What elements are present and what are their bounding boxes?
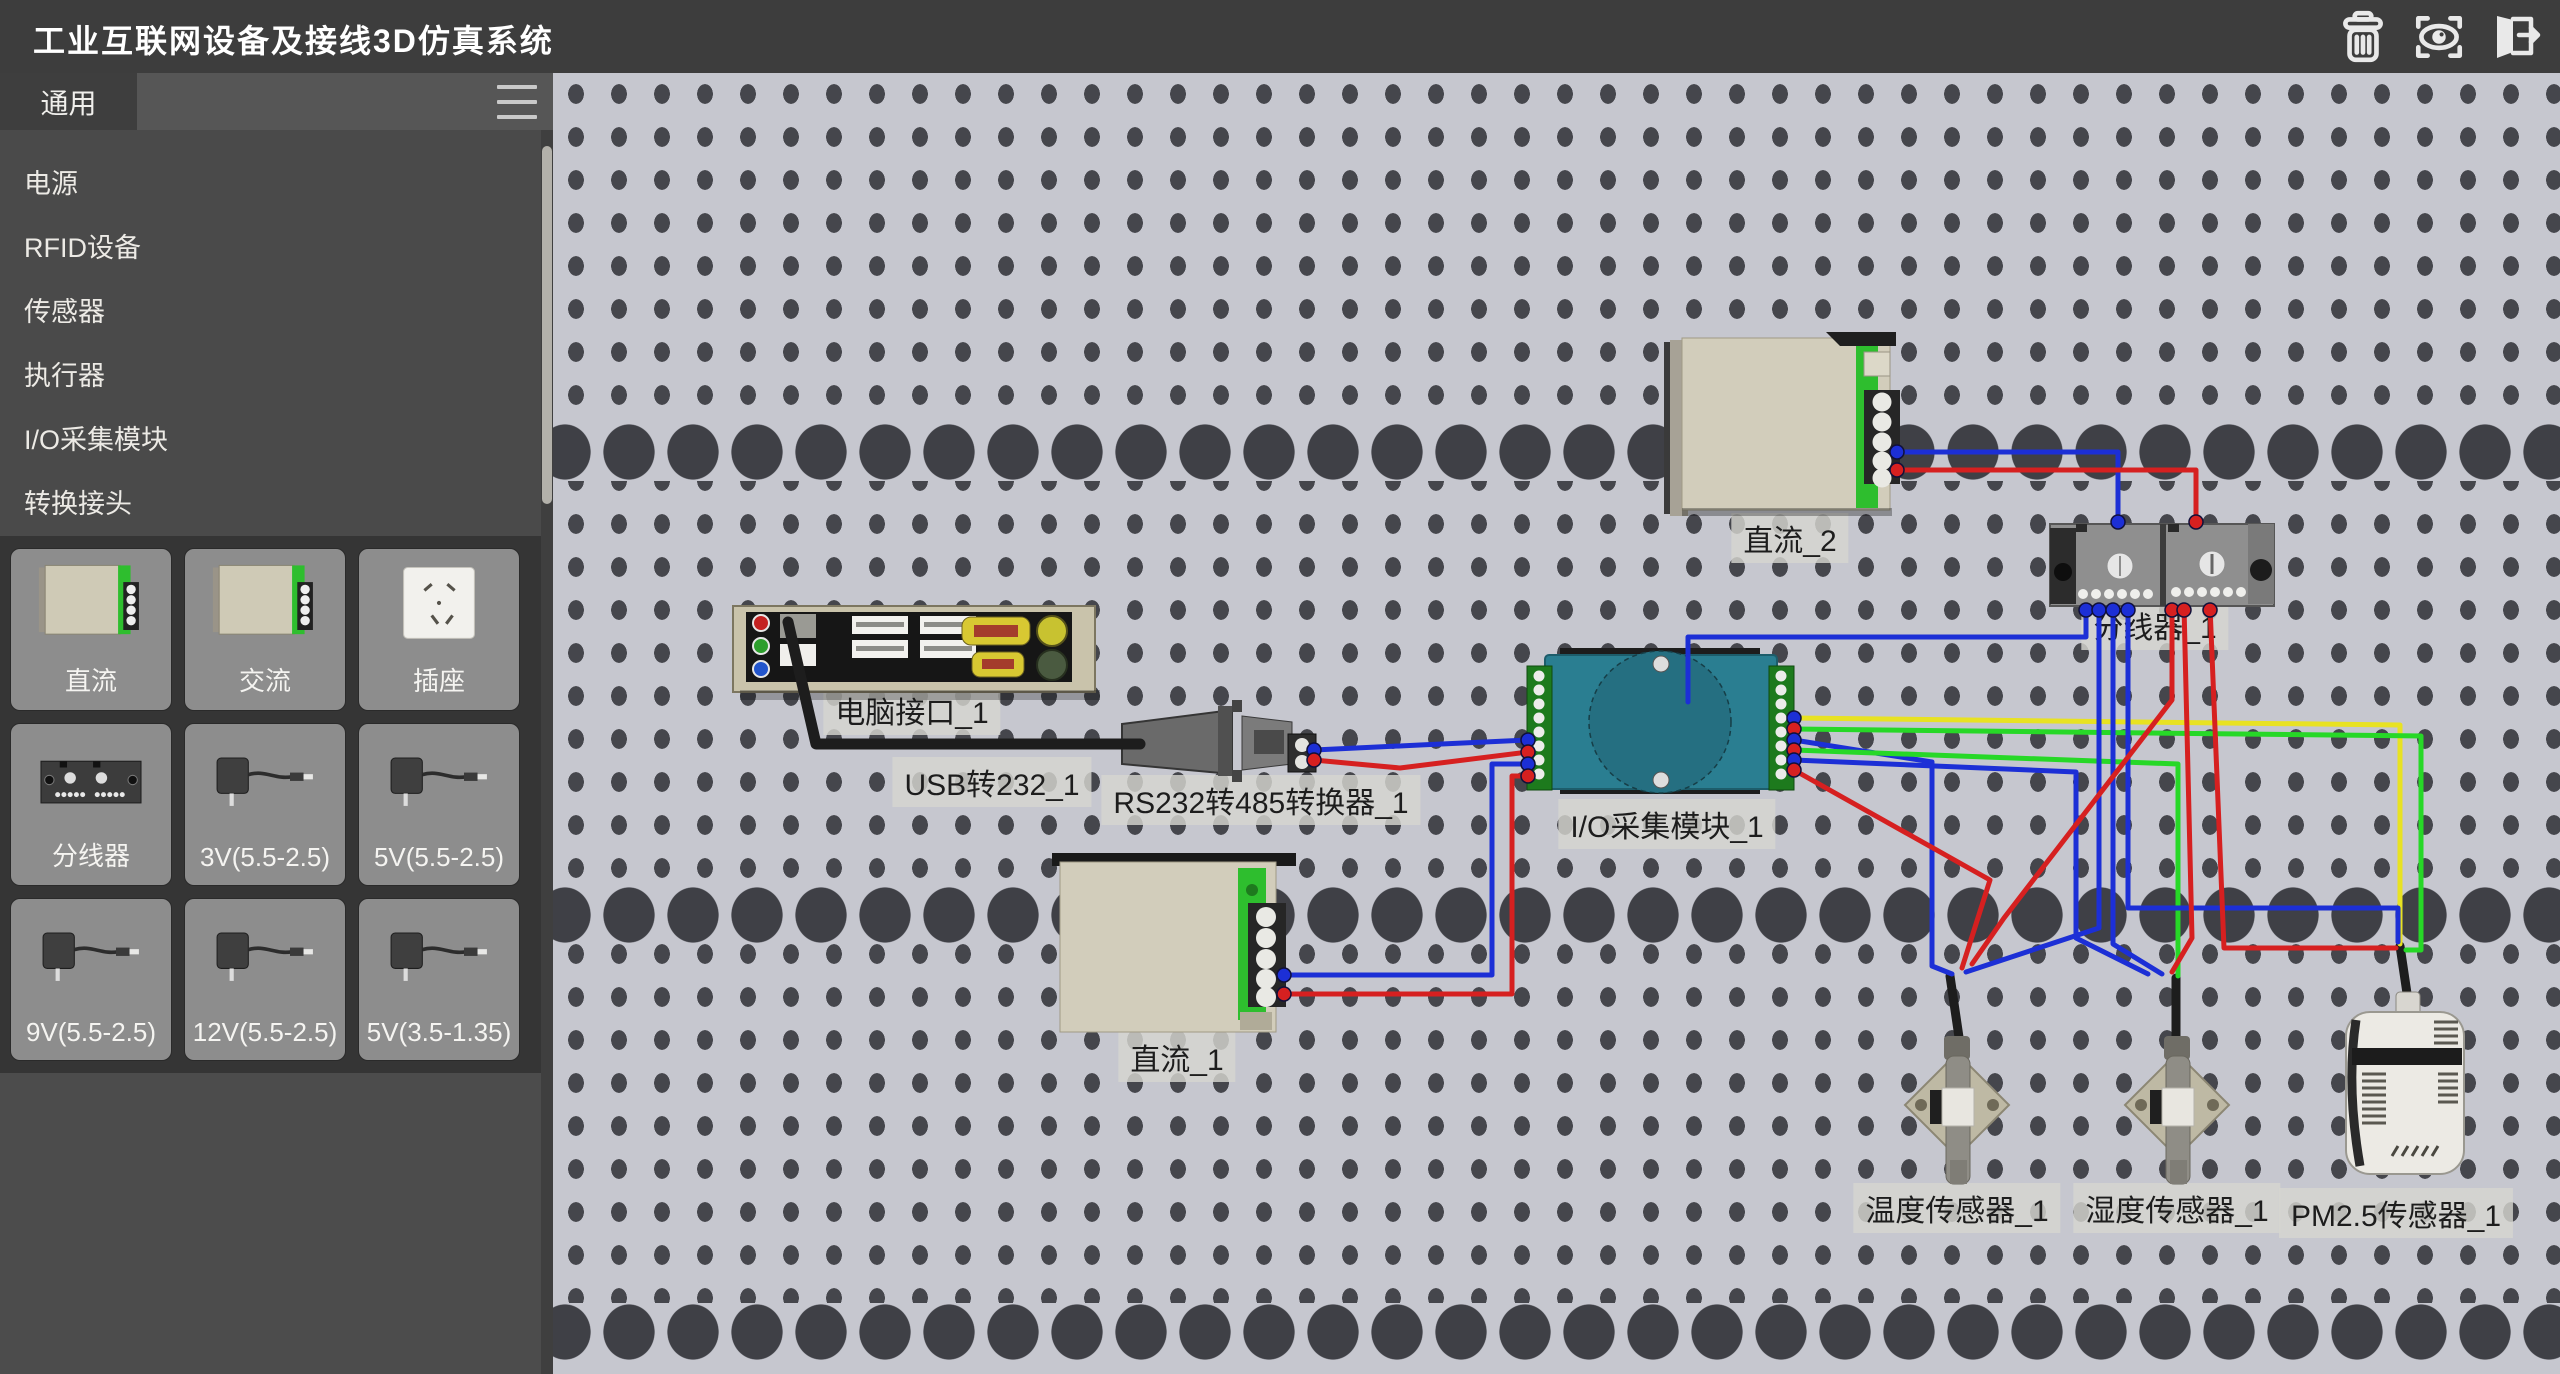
wire-blue [2128,606,2398,942]
palette-card-label: 插座 [413,661,465,698]
palette-card-label: 直流 [65,661,117,698]
wire-blue [1314,740,1528,750]
dc-thumbnail-icon [11,549,171,661]
wire-blue [1966,606,2099,972]
palette-card-4[interactable]: 3V(5.5-2.5) [184,723,346,886]
wire-terminal-node [2111,515,2125,529]
palette-card-3[interactable]: 分线器 [10,723,172,886]
sidebar-scrollbar-thumb[interactable] [542,146,552,504]
wire-blue [2113,606,2162,974]
palette-card-1[interactable]: 交流 [184,548,346,711]
wire-red [2210,606,2396,948]
pegboard-canvas[interactable]: 电脑接口_1USB转232_1RS232转485转换器_1I/O采集模块_1直流… [553,73,2560,1374]
palette-card-0[interactable]: 直流 [10,548,172,711]
wire-black [1950,976,1960,1044]
palette-card-label: 5V(3.5-1.35) [367,1017,512,1048]
tab-general[interactable]: 通用 [0,73,137,130]
wire-terminal-node [1307,753,1321,767]
wire-terminal-node [2079,603,2093,617]
trash-icon[interactable] [2332,6,2394,68]
device-dc-supply-2[interactable] [1664,332,1900,516]
adapter-thumbnail-icon [359,899,519,1017]
device-palette: 直流 交流 插座分线器 3V(5.5-2.5) 5V(5.5-2.5) 9V(5.5-2.… [0,536,553,1073]
wire-terminal-node [1787,763,1801,777]
category-list: 电源RFID设备传感器执行器I/O采集模块转换接头 [0,130,553,536]
sidebar-item-0[interactable]: 电源 [0,152,553,216]
palette-card-label: 5V(5.5-2.5) [374,842,504,873]
palette-card-2[interactable]: 插座 [358,548,520,711]
device-io-module[interactable] [1527,648,1794,794]
adapter-thumbnail-icon [11,899,171,1017]
sidebar-item-4[interactable]: I/O采集模块 [0,408,553,472]
wire-terminal-node [2121,603,2135,617]
sidebar-item-5[interactable]: 转换接头 [0,472,553,536]
wire-terminal-node [1890,463,1904,477]
wire-blue [1794,740,1952,974]
sidebar-item-2[interactable]: 传感器 [0,280,553,344]
scene-layer [553,73,2560,1374]
wire-terminal-node [2177,603,2191,617]
sidebar-scrollbar-track [541,130,553,1374]
wire-terminal-node [1521,769,1535,783]
palette-card-label: 12V(5.5-2.5) [193,1017,338,1048]
splitter-thumbnail-icon [11,724,171,836]
socket-thumbnail-icon [359,549,519,661]
palette-card-7[interactable]: 12V(5.5-2.5) [184,898,346,1061]
wire-red [1897,470,2196,526]
dc-thumbnail-icon [185,549,345,661]
exit-icon[interactable] [2484,6,2546,68]
wire-terminal-node [2092,603,2106,617]
palette-card-label: 分线器 [52,836,130,873]
adapter-thumbnail-icon [185,724,345,842]
device-humidity-sensor[interactable] [2125,1036,2229,1184]
toolbar [2332,6,2546,68]
wire-red [1794,770,1990,968]
sidebar: 通用 电源RFID设备传感器执行器I/O采集模块转换接头 直流 交流 插座分线器 3V… [0,73,553,1374]
adapter-thumbnail-icon [359,724,519,842]
wire-terminal-node [1890,445,1904,459]
app-window: 工业互联网设备及接线3D仿真系统 [0,0,2560,1374]
palette-card-8[interactable]: 5V(3.5-1.35) [358,898,520,1061]
wire-terminal-node [2203,603,2217,617]
device-pm25-sensor[interactable] [2346,992,2464,1174]
view-eye-icon[interactable] [2408,6,2470,68]
wire-blue [1897,452,2118,526]
sidebar-item-1[interactable]: RFID设备 [0,216,553,280]
adapter-thumbnail-icon [185,899,345,1017]
title-bar: 工业互联网设备及接线3D仿真系统 [0,0,2560,73]
wire-blue [1284,764,1528,975]
wire-terminal-node [2189,515,2203,529]
sidebar-item-3[interactable]: 执行器 [0,344,553,408]
palette-card-label: 3V(5.5-2.5) [200,842,330,873]
sidebar-tab-row: 通用 [0,73,553,130]
device-temperature-sensor[interactable] [1905,1036,2009,1184]
wire-terminal-node [1277,968,1291,982]
palette-card-label: 交流 [239,661,291,698]
palette-card-5[interactable]: 5V(5.5-2.5) [358,723,520,886]
device-splitter[interactable] [2050,524,2274,606]
wire-terminal-node [2106,603,2120,617]
app-title: 工业互联网设备及接线3D仿真系统 [33,16,554,62]
device-dc-supply-1[interactable] [1052,853,1296,1032]
palette-card-label: 9V(5.5-2.5) [26,1017,156,1048]
hamburger-icon[interactable] [497,85,537,119]
device-usb-rs232-converter[interactable] [1122,700,1316,782]
palette-card-6[interactable]: 9V(5.5-2.5) [10,898,172,1061]
wire-red [2172,606,2192,972]
wire-terminal-node [1277,987,1291,1001]
